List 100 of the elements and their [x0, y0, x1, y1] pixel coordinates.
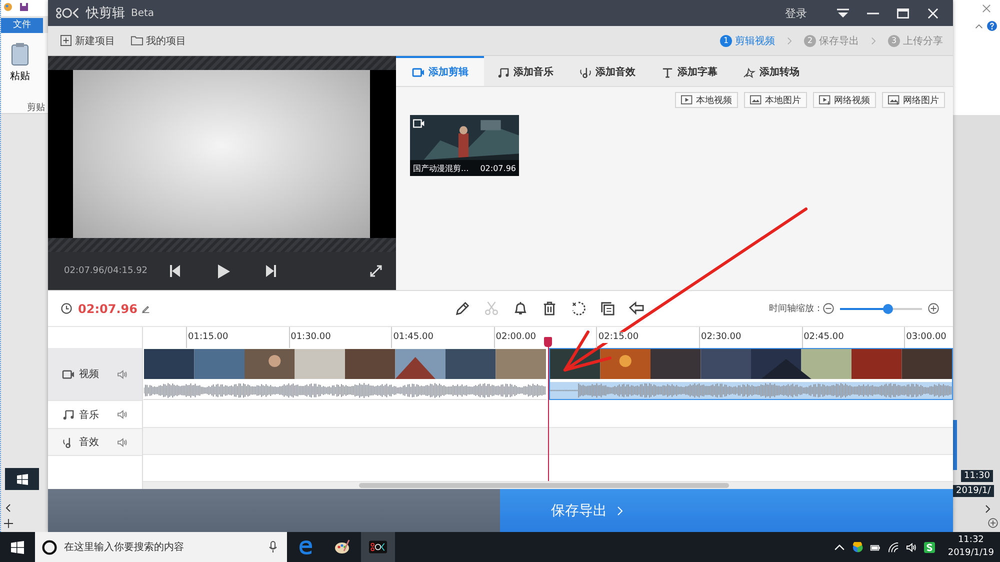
tab[interactable]: 添加剪辑	[396, 56, 484, 86]
volume-icon[interactable]	[906, 542, 917, 552]
music-note-icon	[496, 66, 510, 78]
time-tick: 02:00.00	[494, 327, 596, 348]
windows-logo-icon	[16, 474, 28, 484]
track-label: 视频	[79, 368, 99, 381]
chevron-icon	[871, 36, 876, 44]
tab[interactable]: 添加转场	[730, 56, 812, 86]
wifi-icon[interactable]	[888, 542, 899, 552]
clip-title: 国产动漫混剪...	[413, 162, 469, 174]
speaker-icon[interactable]	[117, 370, 128, 378]
magic-wand-icon	[742, 66, 756, 78]
clock-time: 11:30	[961, 470, 993, 482]
trash-icon[interactable]	[542, 301, 558, 316]
source-button[interactable]: 本地视频	[675, 92, 738, 108]
paint-icon[interactable]	[3, 2, 13, 12]
save-icon[interactable]	[19, 2, 29, 12]
text-icon	[660, 66, 674, 78]
source-button[interactable]: 本地图片	[744, 92, 807, 108]
video-camera-icon	[413, 119, 425, 128]
file-tab[interactable]: 文件	[1, 18, 43, 33]
scrollbar-thumb[interactable]	[359, 483, 729, 488]
image-file-icon	[888, 95, 900, 105]
step-number: 3	[888, 34, 900, 46]
speaker-icon[interactable]	[117, 410, 128, 419]
tab[interactable]: 添加字幕	[648, 56, 730, 86]
step-number: 2	[804, 34, 816, 46]
speaker-icon[interactable]	[117, 438, 128, 446]
login-link[interactable]: 登录	[785, 6, 807, 20]
scroll-right-icon[interactable]	[985, 505, 991, 513]
pencil-icon[interactable]	[455, 301, 470, 316]
play-icon[interactable]	[218, 264, 230, 278]
search-field[interactable]: 在这里输入你要搜索的内容	[35, 532, 287, 562]
app-title: 快剪辑	[86, 5, 125, 22]
track-label: 音乐	[79, 408, 99, 422]
app-logo-icon	[369, 539, 387, 555]
plus-box-icon	[60, 35, 72, 46]
image-file-icon	[750, 95, 762, 105]
beta-label: Beta	[131, 8, 154, 18]
video-camera-icon	[62, 368, 75, 380]
source-button[interactable]: 网络图片	[882, 92, 945, 108]
zoom-label: 时间轴缩放：	[769, 302, 823, 315]
zoom-in-icon[interactable]	[988, 518, 998, 528]
new-project-button[interactable]: 新建项目	[60, 34, 115, 48]
video-file-icon	[819, 95, 831, 105]
fullscreen-icon[interactable]	[370, 265, 382, 277]
collapse-icon[interactable]	[975, 24, 983, 29]
dashed-shape-icon[interactable]	[571, 301, 586, 316]
tab[interactable]: 添加音效	[566, 56, 648, 86]
clock-date: 2019/1/	[953, 485, 994, 497]
browser-e-icon	[297, 539, 315, 555]
export-button[interactable]: 保存导出	[500, 489, 953, 532]
track-label: 音效	[79, 436, 99, 449]
close-icon[interactable]	[982, 4, 991, 13]
current-time: 02:07.96	[78, 302, 138, 316]
clock-time: 11:32	[958, 534, 984, 547]
search-field[interactable]: 在这里输入你要搜索的内容	[62, 540, 264, 554]
video-clip[interactable]	[549, 348, 953, 400]
copy-icon[interactable]	[600, 301, 616, 316]
zoom-in-icon[interactable]	[928, 303, 939, 314]
circle-icon	[42, 540, 57, 554]
taskbar-app[interactable]	[361, 532, 395, 562]
previous-icon[interactable]	[170, 265, 180, 277]
undo-icon[interactable]	[629, 301, 644, 316]
tab[interactable]: 添加音乐	[484, 56, 566, 86]
microphone-icon[interactable]	[269, 541, 277, 553]
scroll-left-icon[interactable]	[5, 504, 11, 512]
app-tray-icon[interactable]	[924, 542, 935, 552]
folder-icon	[131, 35, 143, 46]
bell-icon[interactable]	[513, 301, 528, 316]
media-thumbnail[interactable]: 国产动漫混剪... 02:07.96	[410, 115, 519, 176]
clock-icon	[61, 303, 72, 314]
paste-label[interactable]: 粘贴	[10, 69, 30, 83]
clipboard-icon[interactable]	[10, 42, 30, 66]
maximize-icon[interactable]	[897, 8, 909, 18]
video-camera-icon	[412, 66, 424, 78]
source-button[interactable]: 网络视频	[813, 92, 876, 108]
help-icon[interactable]	[987, 21, 997, 31]
windows-logo-icon	[11, 540, 24, 554]
clip-duration: 02:07.96	[480, 164, 516, 172]
sound-effect-icon	[578, 66, 592, 78]
pencil-icon[interactable]	[142, 304, 150, 312]
zoom-out-icon[interactable]	[823, 303, 834, 314]
app-logo-icon	[56, 7, 80, 19]
slider-thumb[interactable]	[882, 304, 893, 314]
move-icon[interactable]	[4, 519, 13, 528]
chevron-icon	[787, 36, 792, 44]
music-note-icon	[62, 409, 75, 420]
palette-icon	[333, 539, 351, 555]
playback-time: 02:07.96/04:15.92	[64, 266, 149, 276]
dropdown-menu-icon[interactable]	[837, 8, 849, 18]
chevron-icon	[617, 506, 623, 516]
my-projects-button[interactable]: 我的项目	[131, 34, 186, 48]
video-file-icon	[681, 95, 693, 105]
group-label: 剪贴	[27, 102, 45, 114]
step-number: 1	[720, 34, 732, 46]
selection-bar	[953, 420, 957, 470]
next-icon[interactable]	[266, 265, 276, 277]
clock-date: 2019/1/19	[948, 547, 994, 560]
shield-icon[interactable]	[852, 542, 863, 552]
